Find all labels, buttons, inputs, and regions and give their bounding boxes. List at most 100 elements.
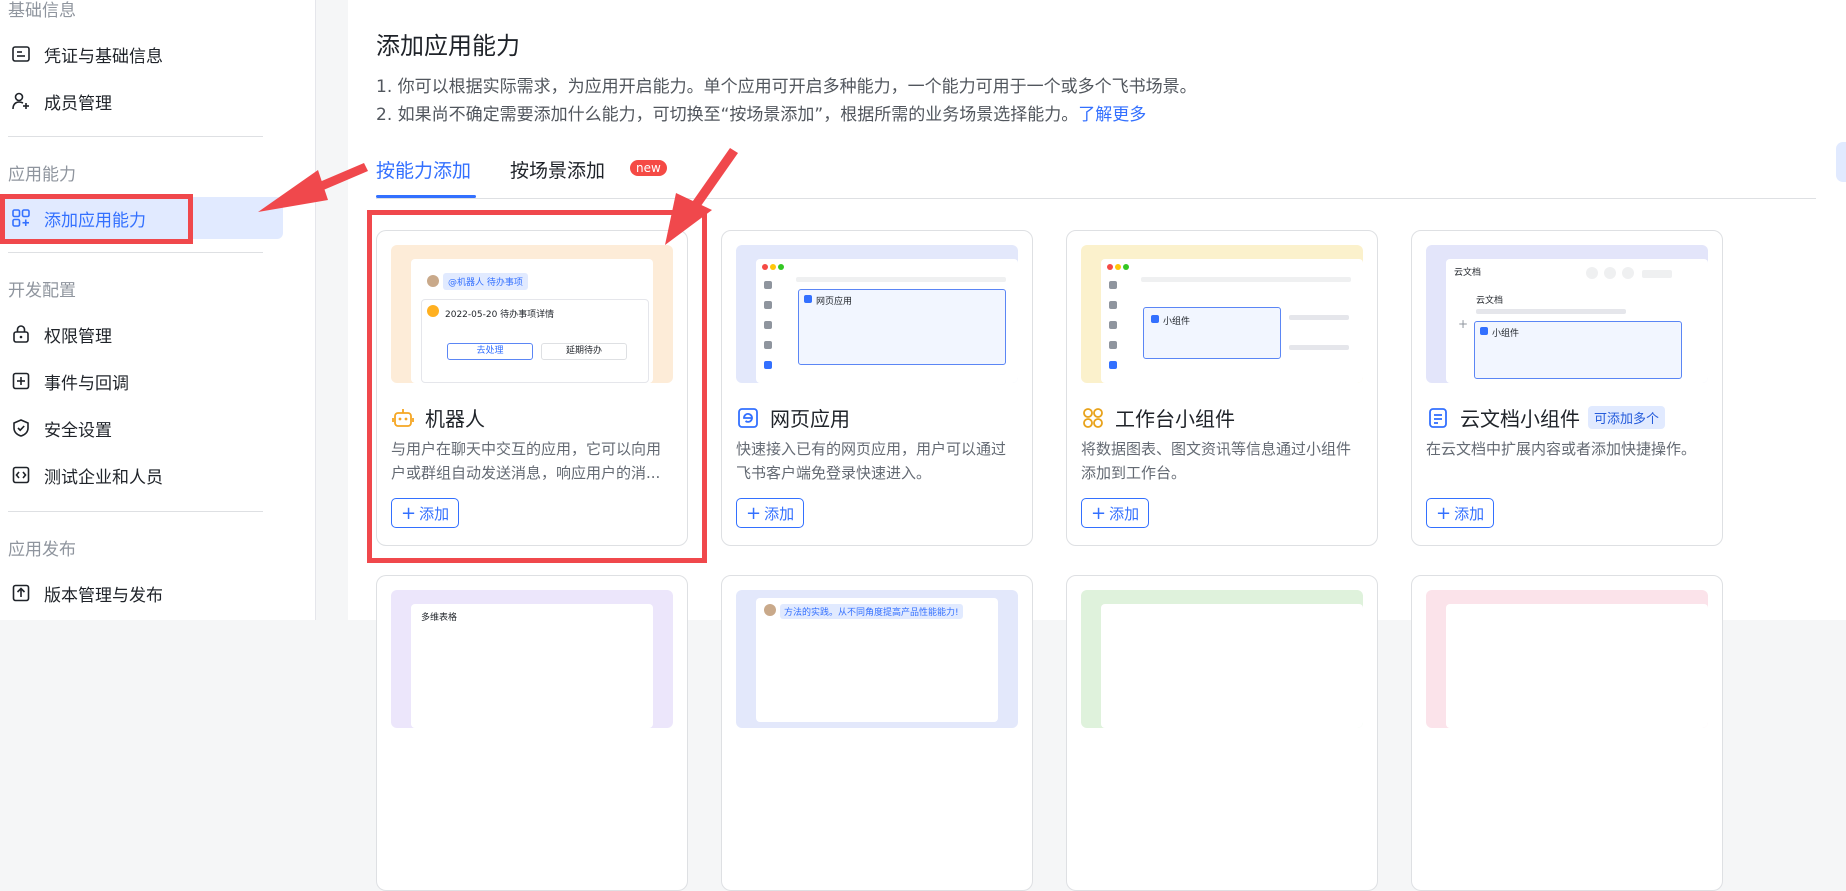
nav-icon: [1109, 321, 1117, 329]
mention-chip: @机器人 待办事项: [443, 273, 528, 290]
nav-icon: [1109, 301, 1117, 309]
card-title: 云文档小组件 可添加多个: [1426, 403, 1666, 432]
web-app-preview: 网页应用: [736, 245, 1018, 383]
preview-window: 网页应用: [756, 259, 1018, 383]
nav-icon: [764, 301, 772, 309]
tab-bar: 按能力添加 按场景添加 new: [376, 152, 1816, 199]
window-dot-red: [1107, 264, 1113, 270]
widget-preview: 小组件: [1081, 245, 1363, 383]
card-title-text: 云文档小组件: [1460, 407, 1580, 431]
capability-card-robot[interactable]: @机器人 待办事项 2022-05-20 待办事项详情 去处理 延期待办 机器人…: [376, 230, 688, 546]
sidebar-item-label: 测试企业和人员: [44, 467, 163, 488]
card-description: 在云文档中扩展内容或者添加快捷操作。: [1426, 440, 1697, 458]
sidebar-item-permissions[interactable]: 权限管理: [0, 313, 283, 355]
sidebar-item-label: 安全设置: [44, 420, 112, 441]
upload-icon: [10, 582, 32, 604]
nav-icon: [764, 321, 772, 329]
description-line-1: 1. 你可以根据实际需求，为应用开启能力。单个应用可开启多种能力，一个能力可用于…: [376, 77, 1197, 97]
add-robot-button[interactable]: + 添加: [391, 498, 460, 528]
avatar: [764, 604, 776, 616]
sidebar-item-label: 成员管理: [44, 93, 112, 114]
page-title: 添加应用能力: [376, 32, 520, 60]
widget-mini-icon: [1151, 315, 1159, 323]
sidebar-item-add-capability[interactable]: 添加应用能力: [0, 197, 283, 239]
sidebar-group-capability: 应用能力: [8, 165, 76, 185]
nav-icon: [764, 281, 772, 289]
nav-icon: [1109, 361, 1117, 369]
lock-icon: [10, 323, 32, 345]
code-icon: [10, 464, 32, 486]
tab-strip: [796, 277, 1006, 282]
main-content: 添加应用能力 1. 你可以根据实际需求，为应用开启能力。单个应用可开启多种能力，…: [348, 0, 1846, 891]
card-description: 快速接入已有的网页应用，用户可以通过飞书客户端免登录快速进入。: [736, 440, 1007, 482]
capability-card-web-app[interactable]: 网页应用 网页应用 快速接入已有的网页应用，用户可以通过飞书客户端免登录快速进入…: [721, 230, 1033, 546]
sidebar-item-release[interactable]: 版本管理与发布: [0, 572, 283, 614]
window-dot-yellow: [1115, 264, 1121, 270]
nav-icon: [764, 361, 772, 369]
add-label: 添加: [1109, 504, 1140, 523]
tab-by-capability[interactable]: 按能力添加: [376, 156, 471, 183]
capability-card-row2[interactable]: 方法的实践。从不同角度提高产品性能能力!: [721, 575, 1033, 891]
card-title: 工作台小组件: [1081, 403, 1235, 432]
sidebar-divider: [8, 136, 263, 137]
toolbar-bar: [1642, 270, 1672, 278]
sidebar-item-credentials[interactable]: 凭证与基础信息: [0, 33, 283, 75]
nav-icon: [764, 341, 772, 349]
add-docs-widget-button[interactable]: + 添加: [1426, 498, 1495, 528]
plus-icon: +: [1091, 502, 1107, 524]
sidebar-item-test-tenant[interactable]: 测试企业和人员: [0, 454, 283, 496]
preview-window: 多维表格: [411, 604, 653, 728]
capability-card-row2[interactable]: [1066, 575, 1378, 891]
event-icon: [10, 370, 32, 392]
sidebar-item-security[interactable]: 安全设置: [0, 407, 283, 449]
card-title: 机器人: [391, 403, 485, 432]
placeholder-bar: [1289, 345, 1349, 350]
sidebar-item-label: 事件与回调: [44, 373, 129, 394]
web-app-mini-icon: [804, 295, 812, 303]
capability-card-row2[interactable]: [1411, 575, 1723, 891]
add-label: 添加: [419, 504, 450, 523]
layout-gutter: [316, 0, 348, 620]
add-widget-button[interactable]: + 添加: [1081, 498, 1150, 528]
tab-by-scenario[interactable]: 按场景添加: [510, 156, 605, 183]
preview-label: 多维表格: [421, 613, 458, 623]
add-web-app-button[interactable]: + 添加: [736, 498, 805, 528]
nav-icon: [1109, 341, 1117, 349]
learn-more-link[interactable]: 了解更多: [1078, 105, 1146, 125]
sidebar-group-dev: 开发配置: [8, 281, 76, 301]
row2-preview: [1426, 590, 1708, 728]
multi-add-tag: 可添加多个: [1588, 406, 1666, 429]
sidebar-item-members[interactable]: 成员管理: [0, 80, 283, 122]
window-dot-green: [778, 264, 784, 270]
card-title-text: 工作台小组件: [1115, 407, 1235, 431]
preview-window: [1101, 604, 1363, 728]
window-dot-yellow: [770, 264, 776, 270]
capability-card-workplace-widget[interactable]: 小组件 工作台小组件 将数据图表、图文资讯等信息通过小组件添加到工作台。 + 添加: [1066, 230, 1378, 546]
sidebar-item-label: 版本管理与发布: [44, 585, 163, 606]
nav-icon: [1109, 281, 1117, 289]
card-title: 网页应用: [736, 403, 850, 432]
preview-doc-title: 云文档: [1476, 296, 1504, 306]
side-helper-tab[interactable]: [1836, 142, 1846, 182]
doc-widget-mini-icon: [1480, 327, 1488, 335]
description-line-2: 2. 如果尚不确定需要添加什么能力，可切换至“按场景添加”，根据所需的业务场景选…: [376, 100, 1146, 125]
card-title-text: 网页应用: [770, 407, 850, 431]
placeholder-bar: [1476, 309, 1626, 314]
capability-card-docs-widget[interactable]: 云文档 云文档 + 小组件 云文档小组件 可添加多个 在云文档中扩展内容或者添加…: [1411, 230, 1723, 546]
avatar: [427, 275, 439, 287]
preview-label: 小组件: [1163, 317, 1191, 327]
capability-card-row2[interactable]: 多维表格: [376, 575, 688, 891]
sidebar-divider: [8, 252, 263, 253]
widget-icon: [1081, 406, 1105, 430]
preview-window: 小组件: [1101, 259, 1363, 383]
sidebar-item-events[interactable]: 事件与回调: [0, 360, 283, 402]
preview-header: 云文档: [1454, 268, 1482, 278]
row2-preview: 多维表格: [391, 590, 673, 728]
sidebar-item-label: 凭证与基础信息: [44, 46, 163, 67]
window-dot-green: [1123, 264, 1129, 270]
sidebar-divider: [8, 511, 263, 512]
preview-label: 网页应用: [816, 297, 853, 307]
apps-add-icon: [10, 207, 32, 229]
web-icon: [736, 406, 760, 430]
tab-label: 按场景添加: [510, 160, 606, 182]
